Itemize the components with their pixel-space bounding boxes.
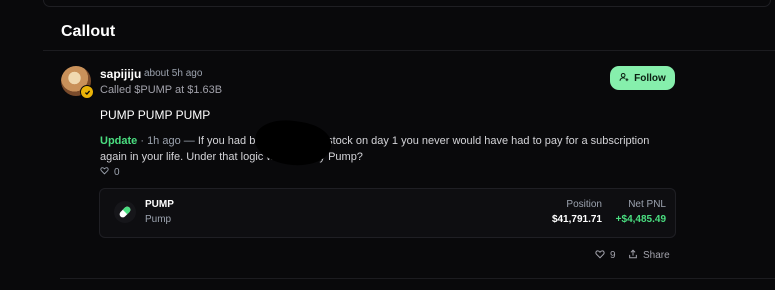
section-divider <box>43 50 775 51</box>
position-value: $41,791.71 <box>551 214 602 225</box>
post-title: PUMP PUMP PUMP <box>100 108 211 122</box>
share-button[interactable]: Share <box>628 249 670 262</box>
follow-button[interactable]: Follow <box>610 66 675 90</box>
update-label: Update <box>100 135 138 147</box>
update-meta: · 1h ago — <box>140 135 195 147</box>
update-like-count: 0 <box>114 166 120 178</box>
pnl-label: Net PNL <box>628 199 666 210</box>
section-title: Callout <box>61 23 116 40</box>
update-like-button[interactable]: 0 <box>100 166 120 178</box>
like-count: 9 <box>610 250 616 261</box>
like-button[interactable]: 9 <box>595 249 616 262</box>
heart-icon <box>100 166 109 178</box>
call-summary: Called $PUMP at $1.63B <box>100 84 223 96</box>
username[interactable]: sapijiju <box>100 67 141 81</box>
pill-icon <box>114 201 136 223</box>
heart-icon <box>595 249 605 262</box>
share-icon <box>628 249 638 262</box>
share-label: Share <box>643 250 670 261</box>
post-timestamp: about 5h ago <box>144 68 203 79</box>
position-card[interactable]: PUMP Pump Position $41,791.71 Net PNL +$… <box>99 188 676 238</box>
post-update: Update · 1h ago — If you had bought Netf… <box>100 133 670 165</box>
token-name: Pump <box>145 214 172 225</box>
pnl-value: +$4,485.49 <box>615 214 666 225</box>
previous-card-edge <box>43 0 771 7</box>
position-label: Position <box>566 199 602 210</box>
follow-label: Follow <box>634 72 666 84</box>
post-divider <box>60 278 775 279</box>
user-plus-icon <box>619 72 629 85</box>
token-symbol: PUMP <box>145 199 174 210</box>
verified-badge-icon <box>80 85 94 99</box>
